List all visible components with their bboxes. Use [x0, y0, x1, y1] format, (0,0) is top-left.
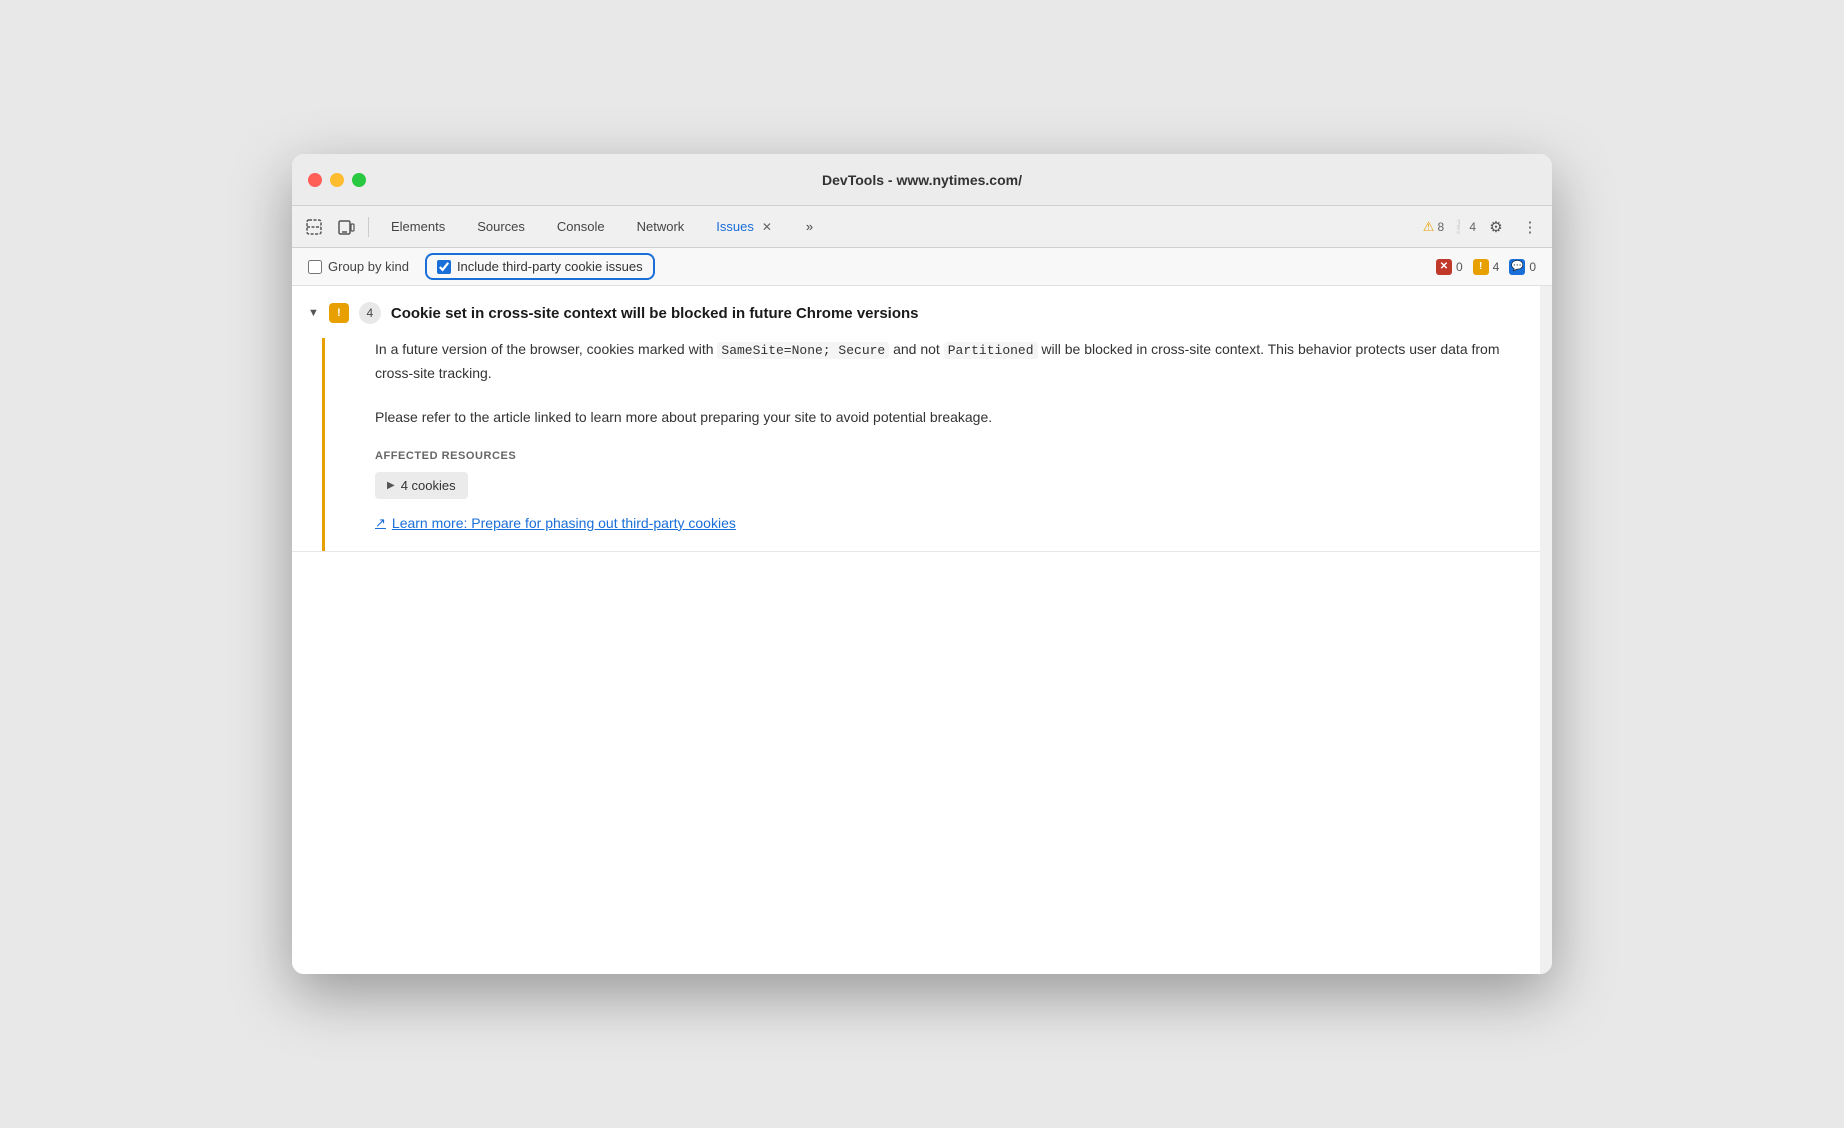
more-menu-icon[interactable]: ⋮ — [1516, 213, 1544, 241]
warning-badge: ⚠ 8 — [1423, 219, 1444, 235]
warning-count-badge: ! 4 — [1473, 259, 1500, 275]
issue-description-1: In a future version of the browser, cook… — [375, 338, 1504, 386]
info-bubble-icon: 💬 — [1509, 259, 1525, 275]
affected-resources-label: AFFECTED RESOURCES — [375, 450, 1504, 462]
external-link-icon: ↗ — [375, 515, 386, 531]
cookies-summary-toggle[interactable]: ▶ 4 cookies — [375, 472, 468, 499]
error-triangle-icon: ❕ — [1450, 219, 1466, 235]
filterbar: Group by kind Include third-party cookie… — [292, 248, 1552, 286]
code-samesite: SameSite=None; Secure — [717, 342, 889, 359]
more-tabs-button[interactable]: » — [792, 211, 827, 243]
warning-exclaim-icon: ! — [1473, 259, 1489, 275]
affected-resources-section: AFFECTED RESOURCES ▶ 4 cookies — [375, 450, 1504, 499]
tab-elements[interactable]: Elements — [377, 211, 459, 243]
error-count-badge: ✕ 0 — [1436, 259, 1463, 275]
close-button[interactable] — [308, 173, 322, 187]
warning-triangle-icon: ⚠ — [1423, 219, 1435, 235]
chevron-down-icon: ▼ — [308, 307, 319, 319]
tab-sources[interactable]: Sources — [463, 211, 539, 243]
tab-issues-close[interactable]: ✕ — [760, 220, 774, 234]
issue-group-header[interactable]: ▼ ! 4 Cookie set in cross-site context w… — [292, 286, 1540, 338]
window-title: DevTools - www.nytimes.com/ — [822, 172, 1022, 188]
devtools-window: DevTools - www.nytimes.com/ Elements Sou… — [292, 154, 1552, 974]
include-third-party-container: Include third-party cookie issues — [425, 253, 655, 280]
filter-counts: ✕ 0 ! 4 💬 0 — [1436, 259, 1536, 275]
toolbar: Elements Sources Console Network Issues … — [292, 206, 1552, 248]
cursor-icon[interactable] — [300, 213, 328, 241]
minimize-button[interactable] — [330, 173, 344, 187]
traffic-lights — [308, 173, 366, 187]
issue-group-cookie: ▼ ! 4 Cookie set in cross-site context w… — [292, 286, 1540, 552]
maximize-button[interactable] — [352, 173, 366, 187]
error-x-icon: ✕ — [1436, 259, 1452, 275]
error-badge: ❕ 4 — [1450, 219, 1476, 235]
scrollbar-track[interactable] — [1540, 286, 1552, 974]
cookies-arrow-icon: ▶ — [387, 480, 395, 491]
tab-issues[interactable]: Issues ✕ — [702, 211, 788, 243]
settings-icon[interactable]: ⚙ — [1482, 213, 1510, 241]
toolbar-right: ⚠ 8 ❕ 4 ⚙ ⋮ — [1423, 213, 1544, 241]
include-third-party-checkbox[interactable] — [437, 260, 451, 274]
tab-console[interactable]: Console — [543, 211, 619, 243]
issue-body: In a future version of the browser, cook… — [322, 338, 1524, 551]
main-content: ▼ ! 4 Cookie set in cross-site context w… — [292, 286, 1552, 974]
group-by-kind-label[interactable]: Group by kind — [308, 259, 409, 274]
issue-description-2: Please refer to the article linked to le… — [375, 406, 1504, 430]
info-count-badge: 💬 0 — [1509, 259, 1536, 275]
issue-warning-icon: ! — [329, 303, 349, 323]
device-toggle-icon[interactable] — [332, 213, 360, 241]
issues-panel: ▼ ! 4 Cookie set in cross-site context w… — [292, 286, 1540, 974]
learn-more-link[interactable]: ↗ Learn more: Prepare for phasing out th… — [375, 515, 1504, 531]
titlebar: DevTools - www.nytimes.com/ — [292, 154, 1552, 206]
issue-title: Cookie set in cross-site context will be… — [391, 305, 919, 322]
issue-count: 4 — [359, 302, 381, 324]
group-by-kind-checkbox[interactable] — [308, 260, 322, 274]
code-partitioned: Partitioned — [944, 342, 1038, 359]
toolbar-divider-1 — [368, 217, 369, 237]
tab-network[interactable]: Network — [623, 211, 699, 243]
